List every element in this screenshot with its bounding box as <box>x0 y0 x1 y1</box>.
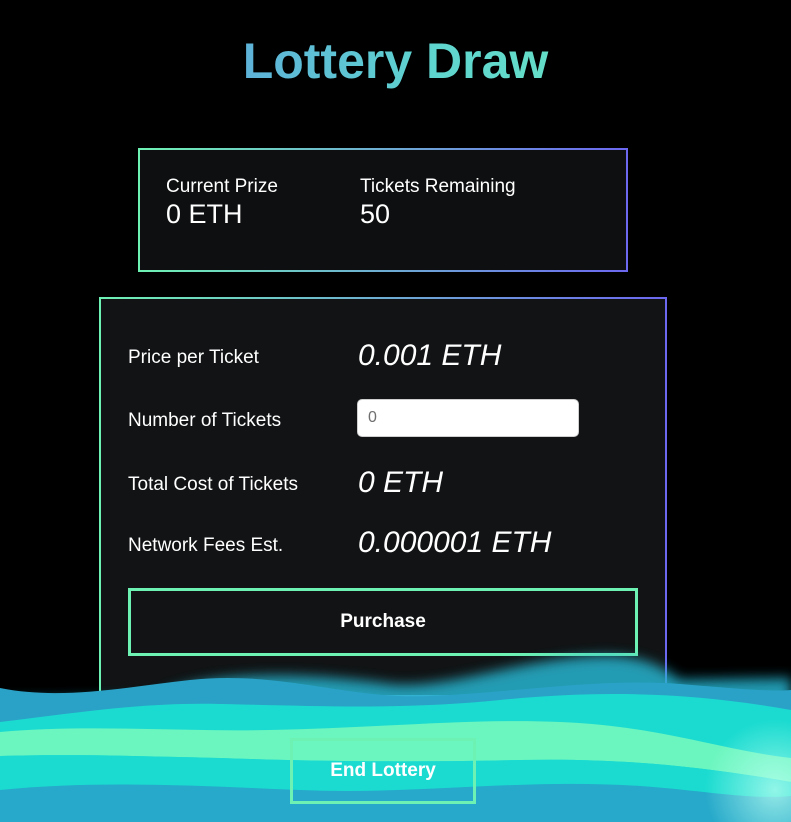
number-of-tickets-label: Number of Tickets <box>128 410 282 431</box>
network-fees-value: 0.000001 ETH <box>358 526 552 559</box>
page-title: Lottery Draw <box>0 30 791 92</box>
total-cost-label: Total Cost of Tickets <box>128 474 299 495</box>
price-per-ticket-label: Price per Ticket <box>128 347 259 368</box>
current-prize-value: 0 ETH <box>166 199 243 229</box>
purchase-button[interactable]: Purchase <box>128 588 638 656</box>
current-prize-stat: Current Prize 0 ETH <box>166 176 278 230</box>
end-lottery-button[interactable]: End Lottery <box>290 738 476 804</box>
current-prize-label: Current Prize <box>166 176 278 197</box>
purchase-form-panel: Price per Ticket 0.001 ETH Number of Tic… <box>99 297 667 697</box>
price-per-ticket-value: 0.001 ETH <box>358 339 502 372</box>
tickets-remaining-value: 50 <box>360 199 391 229</box>
wave-glow-highlight <box>705 720 791 822</box>
lottery-stats-panel: Current Prize 0 ETH Tickets Remaining 50 <box>138 148 628 272</box>
tickets-remaining-stat: Tickets Remaining 50 <box>360 176 516 230</box>
number-of-tickets-input[interactable] <box>357 399 579 437</box>
lottery-page: Lottery Draw Current Prize 0 ETH Tickets… <box>0 0 791 822</box>
network-fees-label: Network Fees Est. <box>128 535 284 556</box>
tickets-remaining-label: Tickets Remaining <box>360 176 516 197</box>
total-cost-value: 0 ETH <box>358 466 444 499</box>
